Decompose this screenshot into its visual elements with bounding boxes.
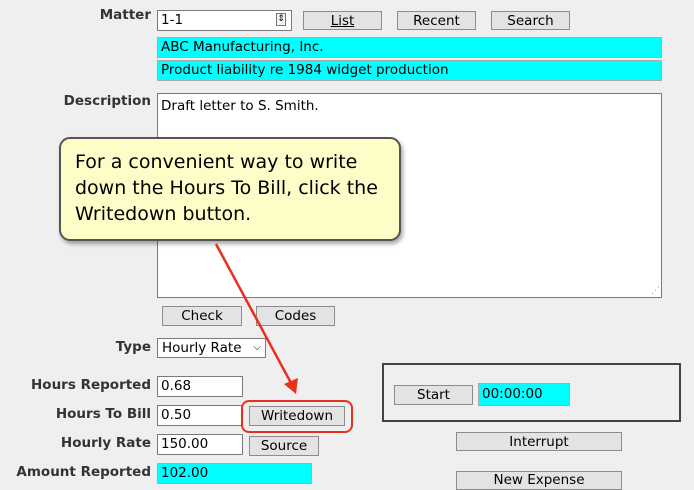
client-name-field: ABC Manufacturing, Inc.: [157, 37, 662, 58]
source-button-label: Source: [260, 438, 308, 454]
type-select[interactable]: Hourly Rate ⌵: [157, 338, 266, 358]
amount-reported-label: Amount Reported: [16, 464, 151, 480]
matter-label: Matter: [99, 7, 151, 23]
tooltip-callout: For a convenient way to write down the H…: [59, 137, 401, 241]
search-button-label: Search: [507, 12, 554, 29]
new-expense-button-label: New Expense: [493, 472, 585, 488]
check-button[interactable]: Check: [162, 306, 242, 326]
interrupt-button-label: Interrupt: [509, 433, 569, 450]
hourly-rate-input[interactable]: 150.00: [157, 434, 243, 455]
search-button[interactable]: Search: [491, 11, 570, 30]
source-button[interactable]: Source: [249, 436, 319, 456]
type-label: Type: [115, 339, 151, 355]
hours-reported-label: Hours Reported: [31, 377, 151, 393]
codes-button-label: Codes: [274, 308, 317, 324]
description-text: Draft letter to S. Smith.: [161, 98, 319, 114]
new-expense-button[interactable]: New Expense: [456, 471, 622, 490]
hours-to-bill-label: Hours To Bill: [55, 406, 151, 422]
list-button-label: List: [330, 12, 355, 29]
description-label: Description: [63, 93, 151, 109]
start-button[interactable]: Start: [394, 385, 473, 405]
amount-reported-field: 102.00: [157, 463, 312, 484]
writedown-highlight: [241, 400, 353, 433]
recent-button[interactable]: Recent: [397, 11, 476, 30]
matter-input[interactable]: 1-1: [157, 10, 292, 31]
matter-value: 1-1: [161, 12, 184, 28]
check-button-label: Check: [181, 308, 223, 324]
matter-description-field: Product liability re 1984 widget product…: [157, 60, 662, 81]
hours-reported-input[interactable]: 0.68: [157, 376, 243, 397]
hourly-rate-label: Hourly Rate: [60, 435, 151, 451]
interrupt-button[interactable]: Interrupt: [456, 432, 622, 451]
callout-text: For a convenient way to write down the H…: [75, 151, 378, 225]
hours-to-bill-input[interactable]: 0.50: [157, 405, 243, 426]
resize-grip-icon[interactable]: ⋰: [651, 286, 660, 296]
codes-button[interactable]: Codes: [256, 306, 335, 326]
elapsed-time-field: 00:00:00: [478, 383, 570, 406]
matter-lookup-icon[interactable]: ⇕: [276, 13, 286, 26]
recent-button-label: Recent: [413, 12, 460, 29]
chevron-down-icon: ⌵: [253, 342, 261, 353]
list-button[interactable]: List: [303, 11, 382, 30]
start-button-label: Start: [417, 387, 450, 403]
type-selected-value: Hourly Rate: [162, 340, 242, 356]
